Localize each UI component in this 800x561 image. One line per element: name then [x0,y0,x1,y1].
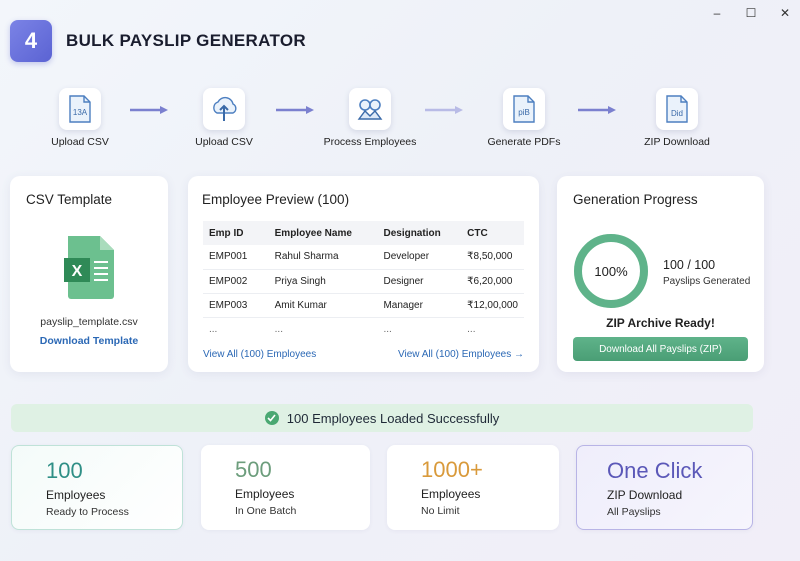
table-cell: ₹6,20,000 [461,269,524,294]
download-template-link[interactable]: Download Template [10,335,168,347]
generated-count: 100 / 100 [663,258,716,272]
stat-label: Employees [46,488,106,502]
table-row[interactable]: EMP002 Priya Singh Designer ₹6,20,000 [203,269,524,294]
table-cell: ... [467,323,476,335]
stat-sublabel: No Limit [421,505,460,517]
header: 4 BULK PAYSLIP GENERATOR [10,20,306,62]
svg-text:Did: Did [671,109,683,118]
success-message: 100 Employees Loaded Successfully [286,410,500,426]
table-cell: Designer [377,269,462,294]
stat-label: ZIP Download [607,488,683,502]
stat-card-one-click-zip: One Click ZIP Download All Payslips [576,445,753,530]
svg-text:13A: 13A [73,108,88,117]
csv-file-icon: 13A [59,88,101,130]
step-zip-download[interactable]: Did ZIP Download [622,88,732,148]
employee-preview-card: Employee Preview (100) Emp ID Employee N… [188,176,539,372]
step-label: Generate PDFs [487,136,561,148]
arrow-right-icon [425,106,463,114]
table-cell: Rahul Sharma [268,245,378,270]
check-circle-icon [264,411,279,425]
window-controls: – ☐ ✕ [710,6,792,20]
process-gears-icon [349,88,391,130]
table-row[interactable]: EMP001 Rahul Sharma Developer ₹8,50,000 [203,245,524,270]
stat-sublabel: Ready to Process [46,506,129,518]
stat-sublabel: All Payslips [607,506,661,518]
csv-template-title: CSV Template [26,192,113,207]
table-row: ... ... ... ... [203,317,524,341]
svg-text:piB: piB [518,108,530,117]
arrow-right-icon [276,106,314,114]
generated-count-label: Payslips Generated [663,276,751,287]
table-cell: EMP001 [203,245,269,270]
maximize-button[interactable]: ☐ [744,6,758,20]
zip-ready-status: ZIP Archive Ready! [606,316,715,330]
stat-card-batch-size: 500 Employees In One Batch [201,445,370,530]
column-header: Employee Name [268,221,378,245]
arrow-right-icon [130,106,168,114]
stat-value: 1000+ [421,457,483,482]
stat-card-no-limit: 1000+ Employees No Limit [387,445,559,530]
step-process-employees[interactable]: Process Employees [315,88,425,148]
view-all-employees-arrow-link[interactable]: View All (100) Employees → [398,349,524,360]
arrow-right-icon [578,106,616,114]
step-label: Process Employees [323,136,417,148]
table-cell: ₹12,00,000 [461,293,524,318]
step-label: Upload CSV [195,136,253,148]
step-label: Upload CSV [51,136,109,148]
page-title: BULK PAYSLIP GENERATOR [66,31,306,50]
column-header: CTC [461,221,524,245]
table-cell: ₹8,50,000 [461,245,524,270]
column-header: Designation [377,221,462,245]
step-number-badge: 4 [10,20,52,62]
table-cell: Priya Singh [268,269,378,294]
table-cell: ... [274,323,283,335]
close-button[interactable]: ✕ [778,6,792,20]
workflow-steps: 13A Upload CSV Upload CSV Process Employ… [0,88,800,158]
cloud-upload-icon [203,88,245,130]
stat-value: One Click [607,458,703,483]
stat-label: Employees [235,487,295,501]
stat-label: Employees [421,487,481,501]
pdf-file-icon: piB [503,88,545,130]
step-label: ZIP Download [644,136,710,148]
download-all-zip-button[interactable]: Download All Payslips (ZIP) [573,337,748,361]
step-upload-csv-2[interactable]: Upload CSV [169,88,279,148]
table-cell: EMP002 [203,269,269,294]
step-generate-pdfs[interactable]: piB Generate PDFs [469,88,579,148]
csv-filename: payslip_template.csv [40,316,138,328]
minimize-button[interactable]: – [710,6,724,20]
table-cell: ... [209,323,218,335]
employee-preview-title: Employee Preview (100) [202,192,350,207]
column-header: Emp ID [203,221,269,245]
csv-template-card: CSV Template X payslip_template.csv Down… [10,176,168,372]
table-header-row: Emp ID Employee Name Designation CTC [203,221,524,245]
view-all-employees-link[interactable]: View All (100) Employees [203,349,316,360]
generation-progress-card: Generation Progress 100% 100 / 100 Paysl… [557,176,764,372]
generation-progress-title: Generation Progress [573,192,698,207]
stat-value: 100 [46,458,83,483]
svg-text:X: X [72,263,83,280]
employee-table: Emp ID Employee Name Designation CTC EMP… [203,221,524,341]
excel-file-icon: X [64,234,116,305]
zip-file-icon: Did [656,88,698,130]
stat-value: 500 [235,457,272,482]
table-cell: Amit Kumar [268,293,378,318]
table-cell: Manager [377,293,462,318]
stat-card-employees-ready: 100 Employees Ready to Process [11,445,183,530]
table-row[interactable]: EMP003 Amit Kumar Manager ₹12,00,000 [203,293,524,318]
table-cell: EMP003 [203,293,269,318]
step-upload-csv-1[interactable]: 13A Upload CSV [25,88,135,148]
progress-percent: 100% [594,263,628,279]
success-banner: 100 Employees Loaded Successfully [11,404,753,432]
table-cell: Developer [377,245,462,270]
table-cell: ... [383,323,392,335]
stat-sublabel: In One Batch [235,505,297,517]
